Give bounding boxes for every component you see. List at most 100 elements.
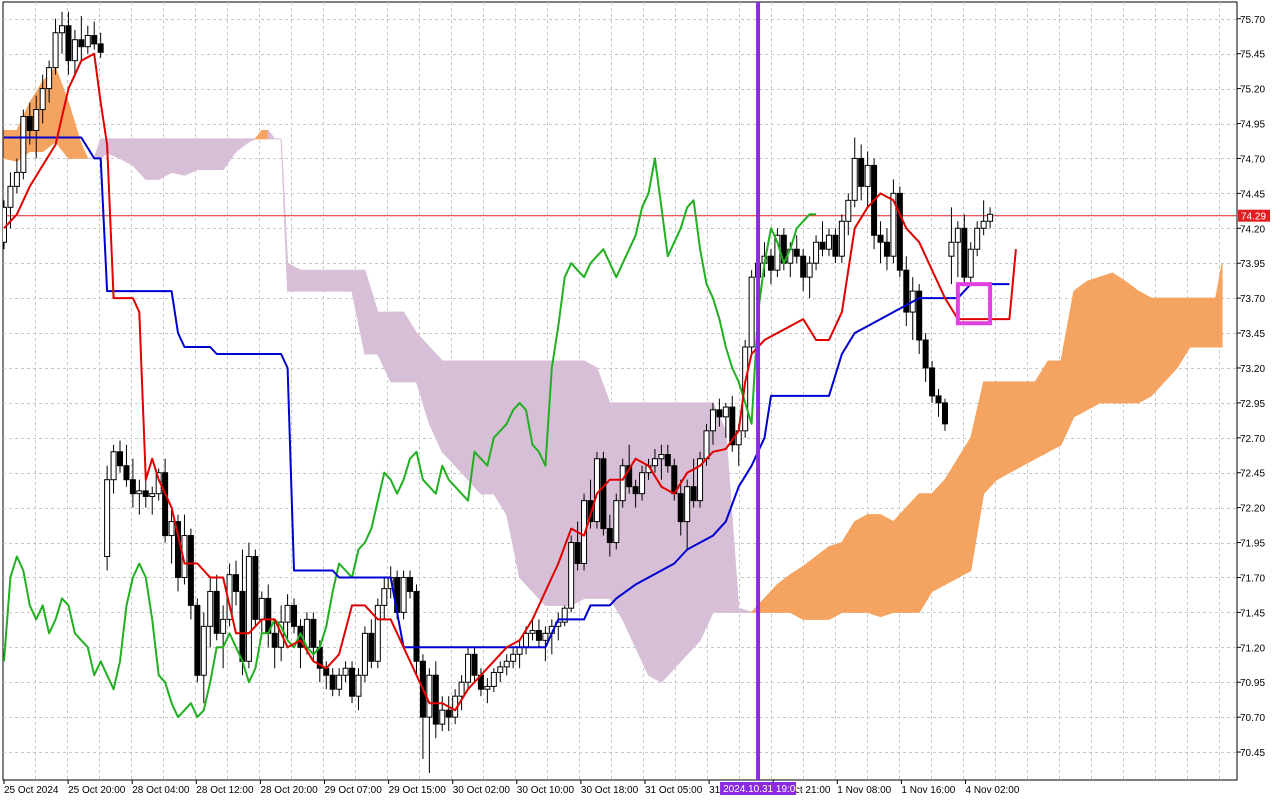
candle [361, 626, 368, 683]
candle-body-bullish [658, 454, 665, 460]
candle-body-bearish [716, 409, 723, 418]
candle-body-bearish [896, 192, 903, 271]
candle-body-bullish [542, 632, 549, 641]
current-price-tag: 74.29 [1238, 209, 1270, 223]
candle-body-bearish [432, 674, 439, 725]
y-tick-label: 72.20 [1240, 504, 1265, 515]
candle-body-bullish [490, 671, 497, 687]
candle-body-bearish [664, 454, 671, 467]
candle [104, 465, 111, 571]
candle-body-bearish [941, 402, 948, 425]
x-tick-label: 29 Oct 07:00 [325, 785, 383, 796]
ichimoku-chart[interactable]: 75.70 75.45 75.20 74.95 74.70 74.45 74.20 73.95… [0, 0, 1280, 800]
candle-body-bearish [929, 367, 936, 397]
y-tick-label: 74.95 [1240, 120, 1265, 131]
vertical-marker-tag: 2024.10.31 19:00 [720, 782, 801, 795]
y-tick-label: 72.95 [1240, 399, 1265, 410]
candle-body-bullish [20, 116, 27, 173]
candle-body-bearish [368, 632, 375, 662]
x-tick-label: 28 Oct 04:00 [132, 785, 190, 796]
candle-body-bullish [987, 213, 994, 222]
candle-body-bearish [142, 490, 149, 497]
candle-body-bullish [46, 67, 53, 90]
candle-body-bullish [709, 409, 716, 432]
x-tick-label: 4 Nov 02:00 [966, 785, 1020, 796]
candle-body-bearish [123, 465, 130, 481]
candle-body-bearish [677, 493, 684, 523]
x-tick-label: 31 Oct 05:00 [645, 785, 703, 796]
candle-body-bullish [381, 588, 388, 606]
candle-body-bullish [426, 674, 433, 718]
candle-body-bearish [767, 255, 774, 271]
candle-body-bullish [503, 660, 510, 668]
candle-body-bullish [845, 199, 852, 222]
candle-body-bearish [323, 667, 330, 676]
candle-body-bullish [465, 653, 472, 683]
candle-body-bullish [245, 556, 252, 662]
candle-body-bearish [213, 590, 220, 634]
y-tick-label: 70.45 [1240, 748, 1265, 759]
candle-body-bullish [722, 406, 729, 418]
vertical-marker-tag-label: 2024.10.31 19:00 [723, 784, 801, 795]
candle-body-bearish [858, 157, 865, 187]
x-tick-label: 28 Oct 20:00 [260, 785, 318, 796]
candle-body-bullish [207, 590, 214, 627]
candle-body-bearish [935, 395, 942, 404]
candle-body-bearish [271, 632, 278, 648]
candle-body-bullish [806, 262, 813, 278]
candle-body-bearish [922, 339, 929, 369]
candle-body-bearish [117, 451, 124, 467]
chart-container: 75.70 75.45 75.20 74.95 74.70 74.45 74.20 73.95… [0, 0, 1280, 800]
candle-body-bullish [529, 630, 536, 634]
candle [613, 493, 620, 550]
candle-body-bullish [136, 490, 143, 495]
candle-body-bullish [825, 234, 832, 250]
candle-body-bearish [310, 618, 317, 648]
candle-body-bearish [91, 35, 98, 45]
candle-body-bullish [104, 479, 111, 558]
candle-body-bearish [162, 472, 169, 537]
candle-body-bearish [793, 248, 800, 257]
candle-body-bearish [877, 234, 884, 243]
candle-body-bullish [838, 220, 845, 257]
candle-body-bullish [523, 632, 530, 648]
y-tick-label: 70.95 [1240, 678, 1265, 689]
candle-body-bullish [851, 157, 858, 201]
candle-body-bullish [168, 521, 175, 537]
candle-body-bearish [535, 630, 542, 641]
candle [374, 598, 381, 669]
candle-body-bullish [361, 632, 368, 676]
candle-body-bearish [329, 674, 336, 690]
candle-body-bullish [497, 666, 504, 673]
y-tick-label: 75.20 [1240, 85, 1265, 96]
x-tick-label: 30 Oct 18:00 [581, 785, 639, 796]
x-tick-label: 30 Oct 02:00 [453, 785, 511, 796]
candle-body-bearish [233, 574, 240, 592]
y-tick-label: 74.45 [1240, 189, 1265, 200]
candle-body-bullish [149, 493, 156, 497]
candle-body-bearish [690, 486, 697, 502]
candle [871, 158, 878, 250]
candle-body-bullish [400, 576, 407, 613]
candle-body-bullish [613, 500, 620, 544]
candle-body-bullish [71, 39, 78, 62]
candle-body-bullish [813, 241, 820, 264]
candle-body-bearish [800, 255, 807, 278]
candle-body-bearish [632, 486, 639, 495]
candle [896, 186, 903, 278]
y-tick-label: 73.95 [1240, 259, 1265, 270]
candle [600, 451, 607, 536]
y-tick-label: 71.20 [1240, 643, 1265, 654]
candle [568, 535, 575, 613]
candle [245, 542, 252, 669]
x-tick-label: 28 Oct 12:00 [196, 785, 254, 796]
candle [838, 214, 845, 264]
candle-body-bullish [703, 430, 710, 460]
candle-body-bullish [200, 625, 207, 676]
candle-body-bearish [471, 653, 478, 676]
candle [400, 570, 407, 620]
x-tick-label: 1 Nov 16:00 [901, 785, 955, 796]
candle-body-bullish [974, 227, 981, 250]
candle-body-bullish [84, 35, 91, 48]
candle-body-bullish [510, 653, 517, 662]
